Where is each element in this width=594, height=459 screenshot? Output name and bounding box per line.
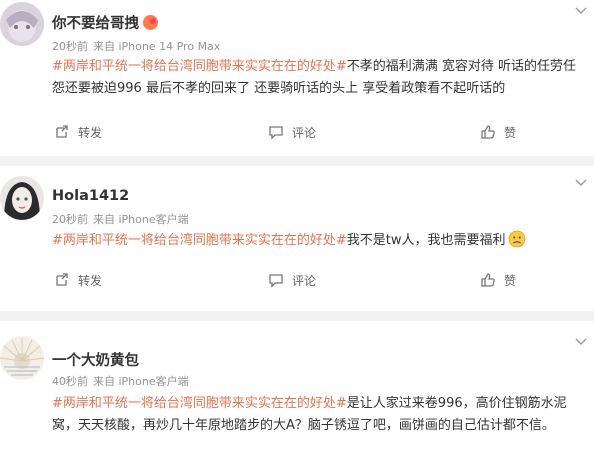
thumbs-up-icon (481, 125, 495, 139)
separator (0, 156, 594, 166)
post-time: 20秒前 (52, 213, 88, 226)
post-source: 来自 iPhone 14 Pro Max (93, 40, 221, 53)
like-button[interactable]: 赞 (480, 268, 516, 292)
post-time: 20秒前 (52, 40, 88, 53)
avatar[interactable] (0, 2, 44, 46)
fan-badge-icon (143, 14, 158, 30)
post-meta: 20秒前 来自 iPhone 14 Pro Max (52, 38, 225, 54)
chevron-down-icon[interactable] (574, 176, 588, 190)
repost-button[interactable]: 转发 (54, 120, 102, 144)
comment-label: 评论 (292, 273, 317, 288)
post-source: 来自 iPhone客户端 (93, 375, 189, 388)
hashtag-link[interactable]: #两岸和平统一将给台湾同胞带来实实在在的好处# (52, 396, 347, 411)
avatar[interactable] (0, 176, 44, 220)
avatar[interactable] (0, 336, 44, 380)
hashtag-link[interactable]: #两岸和平统一将给台湾同胞带来实实在在的好处# (52, 59, 347, 74)
action-bar: 转发 评论 赞 (0, 120, 594, 144)
post-source: 来自 iPhone客户端 (93, 213, 189, 226)
comment-icon (269, 126, 283, 140)
repost-label: 转发 (78, 125, 103, 140)
repost-label: 转发 (78, 273, 103, 288)
username-text[interactable]: 一个大奶黄包 (52, 353, 139, 369)
hashtag-link[interactable]: #两岸和平统一将给台湾同胞带来实实在在的好处# (52, 233, 347, 248)
like-label: 赞 (504, 125, 517, 140)
like-label: 赞 (504, 273, 517, 288)
username-text[interactable]: 你不要给哥拽 (52, 16, 139, 32)
post-meta: 40秒前 来自 iPhone客户端 (52, 373, 194, 389)
username[interactable]: 你不要给哥拽 (52, 12, 158, 33)
post-card: 你不要给哥拽 20秒前 来自 iPhone 14 Pro Max #两岸和平统一将… (0, 0, 594, 156)
username[interactable]: Hola1412 (52, 188, 129, 204)
username-text[interactable]: Hola1412 (52, 188, 129, 204)
chevron-down-icon[interactable] (574, 4, 588, 18)
like-button[interactable]: 赞 (480, 120, 516, 144)
post-card: 一个大奶黄包 40秒前 来自 iPhone客户端 #两岸和平统一将给台湾同胞带来实… (0, 321, 594, 459)
chevron-down-icon[interactable] (574, 335, 588, 349)
repost-icon (56, 125, 68, 138)
separator (0, 311, 594, 321)
post-text: #两岸和平统一将给台湾同胞带来实实在在的好处#我不是tw人，我也需要福利 (52, 230, 588, 252)
username[interactable]: 一个大奶黄包 (52, 349, 139, 370)
comment-label: 评论 (292, 125, 317, 140)
comment-icon (269, 274, 283, 288)
weibo-comment-feed: 你不要给哥拽 20秒前 来自 iPhone 14 Pro Max #两岸和平统一将… (0, 0, 594, 459)
repost-icon (56, 273, 68, 286)
comment-button[interactable]: 评论 (268, 120, 316, 144)
sad-face-icon (508, 230, 525, 248)
post-body: 我不是tw人，我也需要福利 (346, 233, 506, 248)
thumbs-up-icon (481, 273, 495, 287)
post-text: #两岸和平统一将给台湾同胞带来实实在在的好处#是让人家过来卷996，高价住钢筋水… (52, 393, 588, 437)
post-text: #两岸和平统一将给台湾同胞带来实实在在的好处#不孝的福利满满 宽容对待 听话的任… (52, 56, 588, 100)
repost-button[interactable]: 转发 (54, 268, 102, 292)
action-bar: 转发 评论 赞 (0, 268, 594, 292)
post-meta: 20秒前 来自 iPhone客户端 (52, 211, 194, 227)
post-time: 40秒前 (52, 375, 88, 388)
comment-button[interactable]: 评论 (268, 268, 316, 292)
